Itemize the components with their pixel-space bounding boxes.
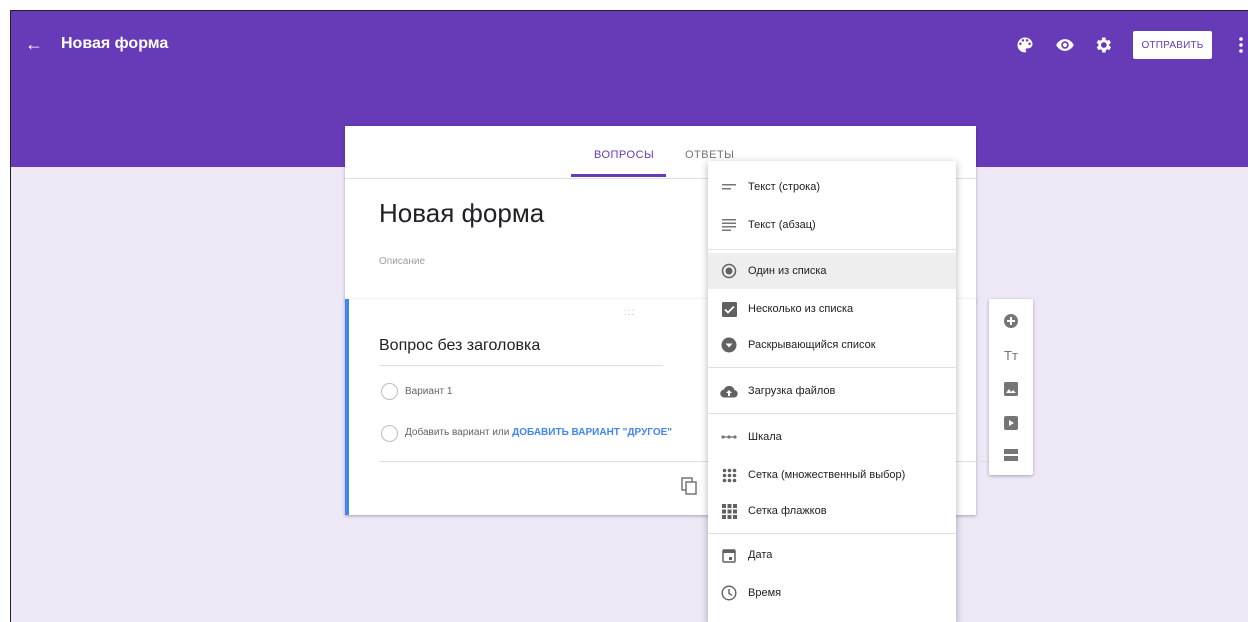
menu-item-checkbox[interactable]: Несколько из списка xyxy=(708,291,956,327)
menu-item-label: Дата xyxy=(748,549,773,561)
menu-item-label: Один из списка xyxy=(748,265,827,277)
arrow-left-icon[interactable]: ← xyxy=(25,35,43,53)
menu-item-label: Сетка флажков xyxy=(748,505,827,517)
palette-icon[interactable] xyxy=(1015,35,1035,55)
menu-item-checkbox-grid[interactable]: Сетка флажков xyxy=(708,493,956,529)
menu-item-label: Раскрывающийся список xyxy=(748,339,876,351)
add-option-text[interactable]: Добавить вариант или ДОБАВИТЬ ВАРИАНТ "Д… xyxy=(405,427,672,438)
menu-item-short-text[interactable]: Текст (строка) xyxy=(708,169,956,205)
menu-item-label: Сетка (множественный выбор) xyxy=(748,469,906,481)
tab-answers[interactable]: ОТВЕТЫ xyxy=(685,149,734,161)
menu-item-date[interactable]: Дата xyxy=(708,537,956,573)
gear-icon[interactable] xyxy=(1093,35,1113,55)
menu-item-label: Шкала xyxy=(748,431,782,443)
menu-item-time[interactable]: Время xyxy=(708,575,956,611)
menu-item-label: Текст (строка) xyxy=(748,181,821,193)
option-1-text[interactable]: Вариант 1 xyxy=(405,386,452,397)
more-vert-icon[interactable] xyxy=(1237,35,1245,55)
image-icon[interactable] xyxy=(999,377,1023,401)
menu-item-radio[interactable]: Один из списка xyxy=(708,253,956,289)
app-window: ← Новая форма ОТПРАВИТЬ ВОПРОСЫ ОТВЕТЫ Н… xyxy=(10,10,1248,622)
section-icon[interactable] xyxy=(999,443,1023,467)
radio-icon xyxy=(381,383,398,400)
clock-icon xyxy=(720,584,738,602)
calendar-icon xyxy=(720,546,738,564)
form-description-field[interactable]: Описание xyxy=(379,256,425,267)
menu-separator xyxy=(708,533,956,534)
menu-item-label: Время xyxy=(748,587,782,599)
menu-item-label: Несколько из списка xyxy=(748,303,854,315)
menu-item-file-upload[interactable]: Загрузка файлов xyxy=(708,373,956,409)
active-tab-indicator xyxy=(571,174,666,177)
question-type-menu: Текст (строка) Текст (абзац) Один из спи… xyxy=(708,161,956,622)
title-text-icon[interactable]: Tт xyxy=(999,343,1023,367)
menu-separator xyxy=(708,249,956,250)
checkbox-icon xyxy=(720,300,738,318)
checkbox-grid-icon xyxy=(720,502,738,520)
app-title: Новая форма xyxy=(61,35,169,52)
video-icon[interactable] xyxy=(999,411,1023,435)
radio-button-icon xyxy=(720,262,738,280)
menu-item-paragraph[interactable]: Текст (абзац) xyxy=(708,207,956,243)
send-button[interactable]: ОТПРАВИТЬ xyxy=(1133,31,1212,59)
or-text: или xyxy=(492,427,510,438)
add-option-link[interactable]: Добавить вариант xyxy=(405,427,490,438)
form-title[interactable]: Новая форма xyxy=(379,198,544,229)
tab-questions[interactable]: ВОПРОСЫ xyxy=(594,149,654,161)
grid-icon xyxy=(720,466,738,484)
drag-handle-icon[interactable]: ::: xyxy=(624,307,635,318)
copy-icon[interactable] xyxy=(681,477,697,495)
short-text-icon xyxy=(720,178,738,196)
menu-item-grid[interactable]: Сетка (множественный выбор) xyxy=(708,457,956,493)
menu-item-label: Текст (абзац) xyxy=(748,219,816,231)
menu-separator xyxy=(708,367,956,368)
eye-icon[interactable] xyxy=(1055,35,1075,55)
menu-item-linear-scale[interactable]: Шкала xyxy=(708,419,956,455)
menu-item-dropdown[interactable]: Раскрывающийся список xyxy=(708,327,956,363)
add-question-icon[interactable] xyxy=(999,309,1023,333)
linear-scale-icon xyxy=(720,428,738,446)
question-title[interactable]: Вопрос без заголовка xyxy=(379,337,540,355)
question-title-underline xyxy=(379,365,663,366)
radio-icon xyxy=(381,425,398,442)
cloud-upload-icon xyxy=(720,382,738,400)
side-toolbar: Tт xyxy=(989,299,1033,475)
add-other-link[interactable]: ДОБАВИТЬ ВАРИАНТ "ДРУГОЕ" xyxy=(512,427,672,438)
paragraph-icon xyxy=(720,216,738,234)
menu-separator xyxy=(708,413,956,414)
dropdown-icon xyxy=(720,336,738,354)
menu-item-label: Загрузка файлов xyxy=(748,385,836,397)
